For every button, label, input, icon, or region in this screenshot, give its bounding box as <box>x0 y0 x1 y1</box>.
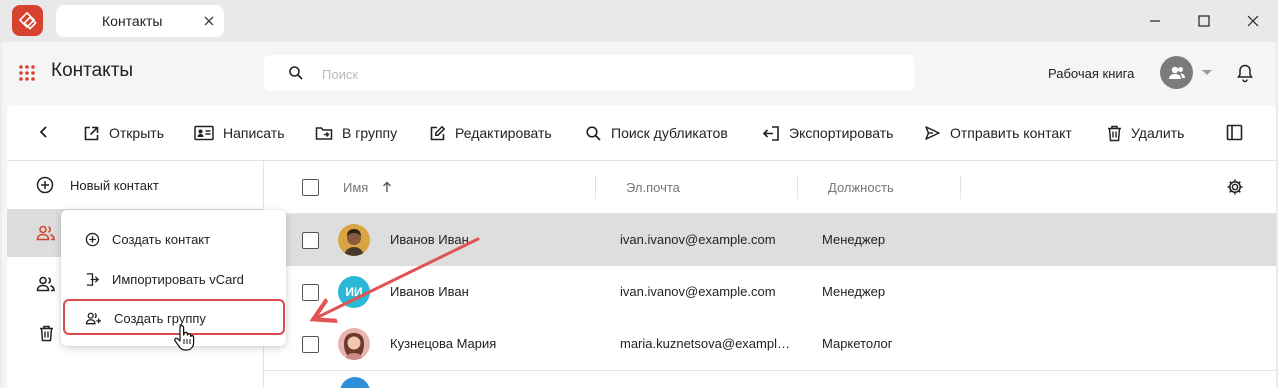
tab-title: Контакты <box>102 13 163 29</box>
open-external-icon <box>84 126 99 140</box>
app-header: Контакты Рабочая книга <box>2 42 1276 104</box>
table-row[interactable]: Иванов Иван ivan.ivanov@example.com Мене… <box>264 214 1276 267</box>
to-group-button[interactable]: В группу <box>315 123 397 143</box>
table-row[interactable]: Кузнецова Мария maria.kuznetsova@exampl…… <box>264 318 1276 371</box>
search-icon <box>586 125 601 141</box>
contact-name: Иванов Иван <box>390 232 469 247</box>
edit-label: Редактировать <box>455 125 552 141</box>
contact-name: Кузнецова Мария <box>390 336 497 351</box>
groups-icon[interactable] <box>36 276 56 292</box>
avatar <box>338 224 370 256</box>
plus-circle-icon <box>36 176 54 194</box>
row-checkbox[interactable] <box>302 284 319 301</box>
tab-contacts[interactable]: Контакты <box>56 5 224 37</box>
panel-layout-icon[interactable] <box>1226 124 1243 141</box>
write-label: Написать <box>223 125 285 141</box>
write-button[interactable]: Написать <box>194 123 284 143</box>
column-name[interactable]: Имя <box>343 180 368 195</box>
new-contact-button[interactable]: Новый контакт <box>36 176 159 194</box>
table-row[interactable]: ИИ Иванов Иван ivan.ivanov@example.com М… <box>264 266 1276 319</box>
send-contact-label: Отправить контакт <box>950 125 1072 141</box>
open-button[interactable]: Открыть <box>83 123 164 143</box>
plus-circle-icon <box>85 232 100 246</box>
back-chevron-icon[interactable] <box>39 126 49 138</box>
export-button[interactable]: Экспортировать <box>762 123 893 143</box>
address-book-label[interactable]: Рабочая книга <box>1048 66 1134 81</box>
contact-email: ivan.ivanov@example.com <box>620 232 776 247</box>
toolbar: Открыть Написать В группу Редактировать … <box>7 105 1276 161</box>
close-window-icon[interactable] <box>1243 11 1263 31</box>
avatar: ИИ <box>338 276 370 308</box>
contact-name: Иванов Иван <box>390 284 469 299</box>
menu-item-label: Создать контакт <box>112 231 211 247</box>
address-book-avatar[interactable] <box>1160 56 1193 89</box>
column-divider[interactable] <box>960 175 961 199</box>
hand-cursor-icon <box>174 325 195 351</box>
column-divider[interactable] <box>797 175 798 199</box>
column-divider[interactable] <box>595 175 596 199</box>
users-icon <box>1168 66 1185 79</box>
menu-item-import-vcard[interactable]: Импортировать vCard <box>61 261 286 297</box>
minimize-icon[interactable] <box>1145 11 1165 31</box>
send-icon <box>925 126 940 140</box>
contact-position: Менеджер <box>822 284 886 299</box>
menu-item-create-contact[interactable]: Создать контакт <box>61 221 286 257</box>
contact-position: Менеджер <box>822 232 886 247</box>
close-tab-icon[interactable] <box>202 14 216 28</box>
edit-button[interactable]: Редактировать <box>429 123 552 143</box>
search-input[interactable] <box>320 63 884 85</box>
apps-grid-icon[interactable] <box>18 64 36 82</box>
contact-email: ivan.ivanov@example.com <box>620 284 776 299</box>
sort-arrow-up-icon[interactable] <box>382 181 392 193</box>
folder-move-icon <box>315 127 333 140</box>
export-label: Экспортировать <box>789 125 894 141</box>
contact-position: Маркетолог <box>822 336 893 351</box>
column-position[interactable]: Должность <box>828 180 894 195</box>
to-group-label: В группу <box>342 125 398 141</box>
send-contact-button[interactable]: Отправить контакт <box>924 123 1072 143</box>
gear-icon[interactable] <box>1226 178 1244 196</box>
menu-item-label: Импортировать vCard <box>112 271 244 287</box>
row-checkbox[interactable] <box>302 232 319 249</box>
edit-icon <box>430 125 446 140</box>
find-duplicates-label: Поиск дубликатов <box>611 125 728 141</box>
avatar <box>340 377 370 388</box>
title-bar: Контакты <box>0 0 1278 42</box>
search-icon <box>289 66 303 80</box>
find-duplicates-button[interactable]: Поиск дубликатов <box>585 123 728 143</box>
row-checkbox[interactable] <box>302 336 319 353</box>
app-title: Контакты <box>51 60 134 81</box>
table-header: Имя Эл.почта Должность <box>264 161 1276 214</box>
search-bar[interactable] <box>264 55 914 91</box>
chevron-down-icon[interactable] <box>1202 70 1212 75</box>
contact-card-icon <box>194 125 214 141</box>
open-label: Открыть <box>109 125 164 141</box>
new-contact-label: Новый контакт <box>70 177 159 193</box>
maximize-icon[interactable] <box>1194 11 1214 31</box>
contact-email: maria.kuznetsova@exampl… <box>620 336 790 351</box>
delete-button[interactable]: Удалить <box>1107 123 1184 143</box>
trash-icon[interactable] <box>39 325 54 342</box>
app-logo-icon <box>12 5 43 36</box>
select-all-checkbox[interactable] <box>302 179 319 196</box>
import-icon <box>86 272 100 286</box>
trash-icon <box>1108 125 1121 141</box>
bell-icon[interactable] <box>1235 63 1255 83</box>
export-icon <box>762 125 779 141</box>
avatar <box>338 328 370 360</box>
contacts-icon[interactable] <box>36 225 56 241</box>
delete-label: Удалить <box>1131 125 1185 141</box>
column-email[interactable]: Эл.почта <box>626 180 680 195</box>
